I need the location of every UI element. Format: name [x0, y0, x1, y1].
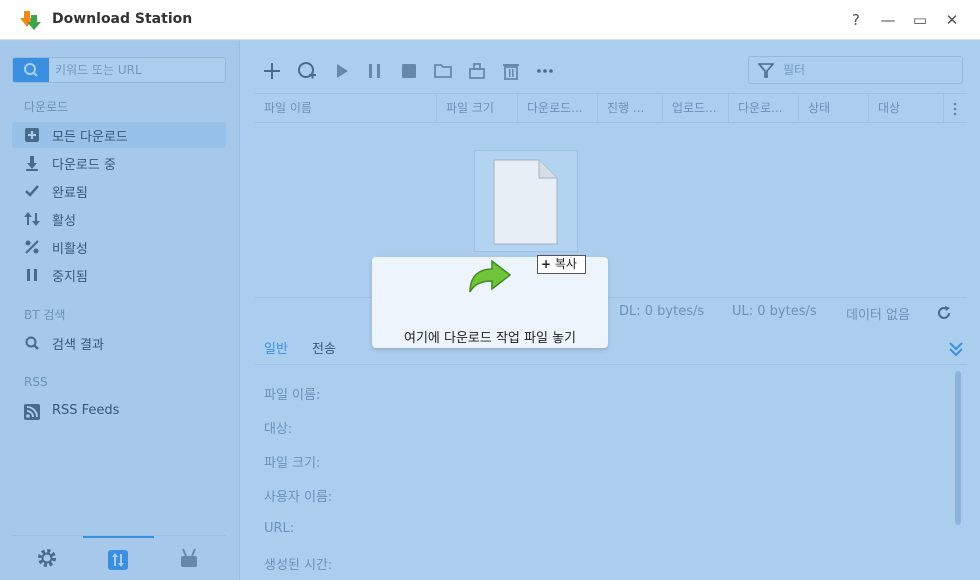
- app-title: Download Station: [52, 11, 193, 27]
- download-station-logo-icon: [20, 11, 41, 30]
- plus-icon: +: [541, 257, 552, 271]
- green-arrow-icon: [469, 259, 512, 293]
- help-button[interactable]: ?: [845, 10, 867, 30]
- minimize-button[interactable]: —: [877, 10, 899, 30]
- close-button[interactable]: ✕: [941, 10, 963, 30]
- drop-zone-text: 여기에 다운로드 작업 파일 놓기: [403, 331, 576, 346]
- copy-indicator: + 복사: [537, 255, 586, 274]
- dragged-file: [474, 150, 578, 252]
- copy-label: 복사: [554, 257, 577, 271]
- document-icon: [493, 159, 558, 245]
- title-bar: Download Station ? — ▭ ✕: [0, 0, 980, 40]
- maximize-button[interactable]: ▭: [909, 10, 931, 30]
